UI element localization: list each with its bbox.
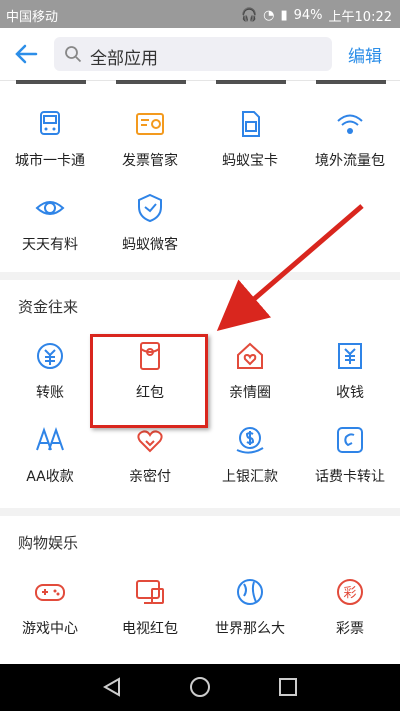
nav-home-icon[interactable] xyxy=(188,675,212,699)
app-tile-label: 上银汇款 xyxy=(222,469,278,485)
invoice-icon xyxy=(136,113,164,135)
app-row: 城市一卡通 发票管家 蚂蚁宝卡 境外流量包 xyxy=(0,100,400,184)
app-tile[interactable]: 彩 彩票 xyxy=(300,568,400,652)
globe-icon xyxy=(237,579,263,605)
app-tile[interactable]: 亲密付 xyxy=(100,416,200,500)
tv-envelope-icon xyxy=(136,580,164,604)
app-tile[interactable]: 转账 xyxy=(0,332,100,416)
section-title: 资金往来 xyxy=(18,298,79,316)
app-tile-label: 蚂蚁微客 xyxy=(122,237,178,253)
edit-button[interactable]: 编辑 xyxy=(348,42,382,67)
app-tile[interactable]: 境外流量包 xyxy=(300,100,400,184)
app-tile-label: 发票管家 xyxy=(122,153,178,169)
app-tile[interactable]: 电视红包 xyxy=(100,568,200,652)
headphone-icon: 🎧 xyxy=(240,8,258,23)
battery-label: 94% xyxy=(293,8,323,23)
nav-back-icon[interactable] xyxy=(100,675,124,699)
receive-money-icon xyxy=(338,343,362,369)
app-tile[interactable]: 收钱 xyxy=(300,332,400,416)
app-tile[interactable]: AA收款 xyxy=(0,416,100,500)
app-tile[interactable]: 亲情圈 xyxy=(200,332,300,416)
app-tile[interactable]: 游戏中心 xyxy=(0,568,100,652)
app-tile[interactable]: 蚂蚁宝卡 xyxy=(200,100,300,184)
search-icon xyxy=(65,46,82,63)
app-tile-label: 境外流量包 xyxy=(315,153,385,169)
nav-recents-icon[interactable] xyxy=(276,675,300,699)
app-tile-label: 蚂蚁宝卡 xyxy=(222,153,278,169)
phone-card-icon xyxy=(337,427,363,453)
app-row: 天天有料 蚂蚁微客 xyxy=(0,184,400,268)
app-tile[interactable]: 天天有料 xyxy=(0,184,100,268)
app-row: AA收款 亲密付 上银汇款 话费卡转让 xyxy=(0,416,400,500)
back-arrow-icon[interactable] xyxy=(12,40,40,68)
gamepad-icon xyxy=(35,584,65,601)
app-tile-label: AA收款 xyxy=(26,469,74,485)
transit-card-icon xyxy=(40,111,60,135)
app-tile-label: 话费卡转让 xyxy=(315,469,385,485)
cutoff-row xyxy=(0,80,400,88)
family-icon xyxy=(237,342,263,369)
app-tile-label: 收钱 xyxy=(336,385,364,401)
annotation-highlight-box xyxy=(90,334,208,428)
app-tile-label: 天天有料 xyxy=(22,237,78,253)
top-bar: 全部应用 编辑 xyxy=(0,28,400,81)
app-tile[interactable]: 发票管家 xyxy=(100,100,200,184)
app-tile-label: 亲情圈 xyxy=(229,385,271,401)
remittance-icon xyxy=(236,427,264,454)
carrier-label: 中国移动 xyxy=(6,10,59,25)
app-tile-label: 城市一卡通 xyxy=(15,153,85,169)
signal-icon: ▮ xyxy=(280,8,288,23)
app-row: 游戏中心 电视红包 世界那么大彩 彩票 xyxy=(0,568,400,652)
section-header: 购物娱乐 xyxy=(0,508,400,568)
android-nav-bar xyxy=(0,664,400,711)
aa-icon xyxy=(36,426,64,451)
app-tile-label: 世界那么大 xyxy=(215,621,285,637)
svg-text:彩: 彩 xyxy=(343,586,356,601)
app-tile[interactable]: 蚂蚁微客 xyxy=(100,184,200,268)
wifi-icon xyxy=(337,114,363,134)
lottery-icon: 彩 xyxy=(337,579,363,605)
shield-icon xyxy=(138,193,162,223)
transfer-icon xyxy=(37,343,63,369)
app-tile-label: 游戏中心 xyxy=(22,621,78,637)
search-box[interactable]: 全部应用 xyxy=(54,37,332,71)
app-tile-label: 彩票 xyxy=(336,621,364,637)
sim-card-icon xyxy=(242,111,260,137)
search-input[interactable]: 全部应用 xyxy=(90,44,158,69)
app-tile[interactable]: 世界那么大 xyxy=(200,568,300,652)
hearts-icon xyxy=(137,430,163,453)
section-header: 资金往来 xyxy=(0,272,400,332)
clock-label: 上午10:22 xyxy=(328,10,392,25)
wifi-status-icon: ◔ xyxy=(263,8,275,23)
app-tile-label: 亲密付 xyxy=(129,469,171,485)
eye-icon xyxy=(35,201,65,215)
app-tile[interactable]: 城市一卡通 xyxy=(0,100,100,184)
app-tile[interactable]: 话费卡转让 xyxy=(300,416,400,500)
status-bar: 中国移动 🎧 ◔ ▮ 94% 上午10:22 xyxy=(0,0,400,28)
section-title: 购物娱乐 xyxy=(18,534,79,552)
app-tile[interactable]: 上银汇款 xyxy=(200,416,300,500)
app-tile-label: 转账 xyxy=(36,385,64,401)
app-tile-label: 电视红包 xyxy=(122,621,178,637)
